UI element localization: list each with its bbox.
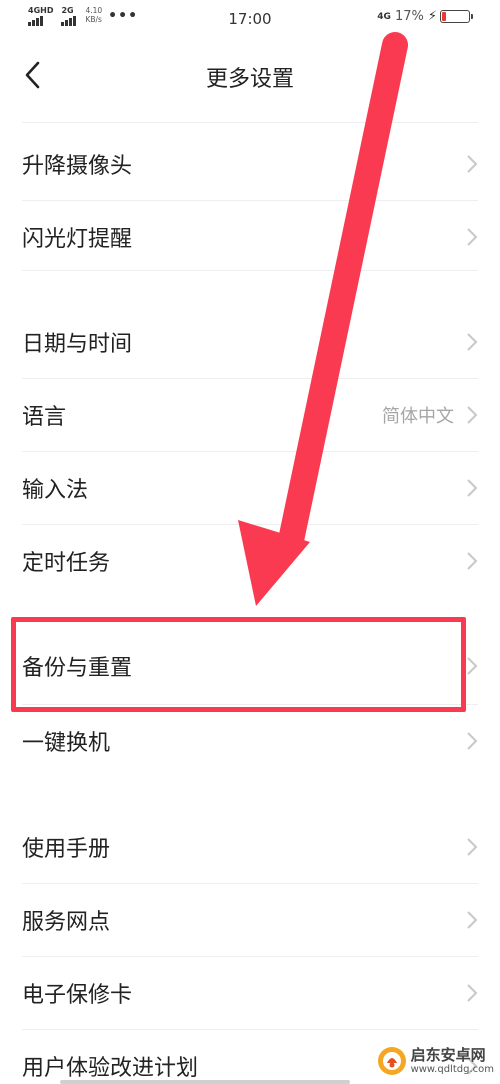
row-label: 用户体验改进计划 [22,1055,199,1081]
row-label: 使用手册 [22,836,111,862]
network-4g-icon: 4G [377,11,391,22]
watermark: 启东安卓网 www.qdltdg.com [377,1046,494,1076]
chevron-right-icon [467,551,478,570]
row-date-time[interactable]: 日期与时间 [0,305,500,378]
chevron-right-icon [467,227,478,246]
status-right: 4G 17% ⚡ [377,9,473,24]
screen: 4GHD 2G 4.10 KB/s ••• 17:00 4G 17% ⚡ 更多设… [0,0,500,1084]
row-label: 输入法 [22,477,89,503]
row-label: 语言 [22,404,67,430]
divider [22,122,478,123]
status-bar: 4GHD 2G 4.10 KB/s ••• 17:00 4G 17% ⚡ [0,0,500,40]
battery-percentage: 17% [394,9,424,24]
row-language[interactable]: 语言 简体中文 [0,378,500,451]
chevron-right-icon [467,405,478,424]
row-lift-camera[interactable]: 升降摄像头 [0,127,500,200]
chevron-right-icon [467,332,478,351]
watermark-name: 启东安卓网 [410,1045,486,1064]
row-label: 升降摄像头 [22,153,133,179]
row-label: 闪光灯提醒 [22,226,133,252]
charging-bolt-icon: ⚡ [427,9,437,24]
row-e-warranty[interactable]: 电子保修卡 [0,956,500,1029]
watermark-url: www.qdltdg.com [410,1063,494,1075]
battery-icon [440,10,473,23]
chevron-right-icon [467,731,478,750]
row-label: 服务网点 [22,909,111,935]
row-input-method[interactable]: 输入法 [0,451,500,524]
row-user-manual[interactable]: 使用手册 [0,810,500,883]
chevron-right-icon [467,983,478,1002]
chevron-right-icon [467,154,478,173]
divider [22,270,478,271]
row-service-centers[interactable]: 服务网点 [0,883,500,956]
chevron-right-icon [467,478,478,497]
row-scheduled-tasks[interactable]: 定时任务 [0,524,500,597]
watermark-logo-icon [377,1047,406,1075]
highlight-box [11,617,466,712]
page-title: 更多设置 [205,67,294,92]
watermark-text: 启东安卓网 www.qdltdg.com [410,1045,494,1076]
row-label: 日期与时间 [22,331,133,357]
chevron-right-icon [467,656,478,675]
battery-level-fill [442,12,446,21]
row-label: 定时任务 [22,550,111,576]
row-phone-clone[interactable]: 一键换机 [0,704,500,777]
home-indicator [60,1080,350,1084]
row-flash-reminder[interactable]: 闪光灯提醒 [0,200,500,273]
language-value: 简体中文 [382,405,454,427]
row-label: 电子保修卡 [22,982,133,1008]
chevron-right-icon [467,837,478,856]
chevron-right-icon [467,910,478,929]
row-label: 一键换机 [22,730,111,756]
header: 更多设置 [0,40,500,110]
